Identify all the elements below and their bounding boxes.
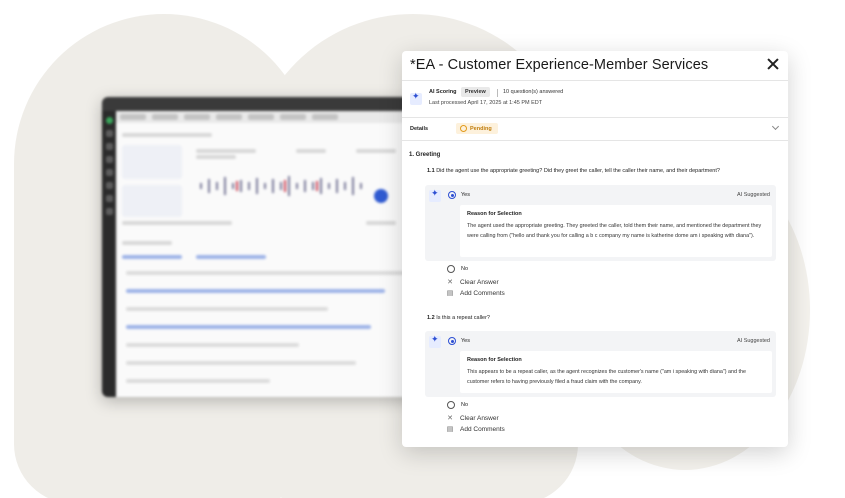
background-waveform xyxy=(200,176,362,196)
status-badge: Pending xyxy=(456,123,498,134)
section-title: 1. Greeting xyxy=(409,152,441,158)
ai-scoring-label: AI Scoring xyxy=(429,89,457,95)
question-label: Is this a repeat caller? xyxy=(436,315,490,321)
comment-icon: ▤ xyxy=(446,425,454,433)
add-comments-label: Add Comments xyxy=(460,425,505,433)
option-label-yes: Yes xyxy=(461,338,470,344)
sparkle-icon xyxy=(429,189,441,202)
question-text: 1.2 Is this a repeat caller? xyxy=(427,315,490,321)
questions-answered-count: 10 question(s) answered xyxy=(503,89,564,95)
sparkle-icon xyxy=(429,335,441,348)
background-app-content xyxy=(116,111,422,397)
add-comments-button[interactable]: ▤ Add Comments xyxy=(446,425,505,433)
preview-badge: Preview xyxy=(461,87,490,97)
header-divider xyxy=(402,80,788,81)
last-processed-timestamp: Last processed April 17, 2025 at 1:45 PM… xyxy=(429,100,543,106)
chevron-down-icon[interactable] xyxy=(771,122,780,131)
ai-suggested-label: AI Suggested xyxy=(736,192,770,198)
question-label: Did the agent use the appropriate greeti… xyxy=(436,168,720,174)
background-app-topbar xyxy=(102,97,422,111)
add-comments-button[interactable]: ▤ Add Comments xyxy=(446,289,505,297)
question-number: 1.2 xyxy=(427,315,435,321)
option-label-yes: Yes xyxy=(461,192,470,198)
comment-icon: ▤ xyxy=(446,289,454,297)
details-label: Details xyxy=(410,126,429,132)
modal-title: *EA - Customer Experience-Member Service… xyxy=(410,57,709,73)
option-label-no: No xyxy=(461,402,469,408)
reason-title: Reason for Selection xyxy=(467,211,522,217)
clear-answer-button[interactable]: ✕ Clear Answer xyxy=(446,414,499,422)
reason-text: This appears to be a repeat caller, as t… xyxy=(467,369,747,385)
radio-yes[interactable] xyxy=(448,191,456,199)
radio-no[interactable] xyxy=(447,401,455,409)
question-text: 1.1 Did the agent use the appropriate gr… xyxy=(427,168,720,174)
answer-panel: Yes AI Suggested Reason for Selection Th… xyxy=(425,331,776,397)
reason-text: The agent used the appropriate greeting.… xyxy=(467,223,762,239)
modal-header: *EA - Customer Experience-Member Service… xyxy=(402,51,788,81)
question-number: 1.1 xyxy=(427,168,435,174)
background-app-sidebar xyxy=(102,111,116,397)
reason-card: Reason for Selection The agent used the … xyxy=(460,205,772,257)
clear-answer-label: Clear Answer xyxy=(460,278,499,286)
details-divider xyxy=(402,140,788,141)
add-comments-label: Add Comments xyxy=(460,289,505,297)
summary-divider xyxy=(402,117,788,118)
radio-no[interactable] xyxy=(447,265,455,273)
clear-answer-label: Clear Answer xyxy=(460,414,499,422)
reason-card: Reason for Selection This appears to be … xyxy=(460,351,772,393)
reason-title: Reason for Selection xyxy=(467,357,522,363)
option-label-no: No xyxy=(461,266,469,272)
radio-yes[interactable] xyxy=(448,337,456,345)
x-icon: ✕ xyxy=(447,278,453,286)
background-app-window xyxy=(102,97,422,397)
circle-icon xyxy=(460,125,467,132)
details-row[interactable]: Details Pending xyxy=(410,122,780,138)
answer-panel: Yes AI Suggested Reason for Selection Th… xyxy=(425,185,776,261)
ai-suggested-label: AI Suggested xyxy=(736,338,770,344)
summary-separator xyxy=(497,89,498,97)
background-play-icon xyxy=(374,189,388,203)
ai-scoring-summary: AI Scoring Preview 10 question(s) answer… xyxy=(410,87,780,112)
close-icon[interactable] xyxy=(766,57,780,71)
ai-scoring-modal: *EA - Customer Experience-Member Service… xyxy=(402,51,788,447)
clear-answer-button[interactable]: ✕ Clear Answer xyxy=(446,278,499,286)
status-text: Pending xyxy=(470,125,492,132)
x-icon: ✕ xyxy=(447,414,453,422)
sparkle-icon xyxy=(410,92,422,105)
